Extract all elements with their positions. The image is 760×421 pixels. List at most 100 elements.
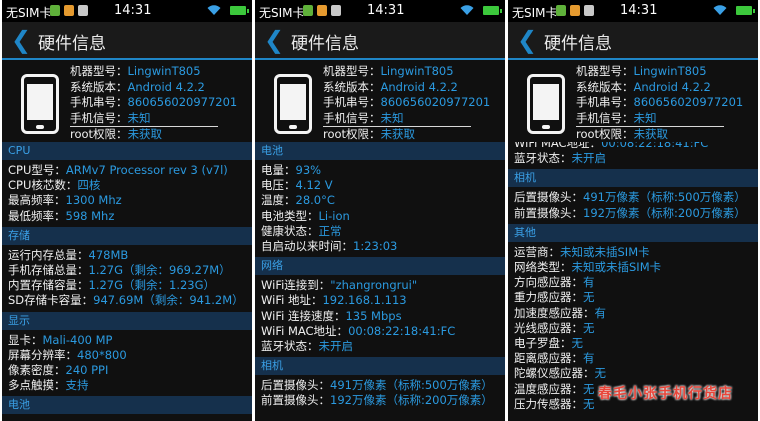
camera-front: 前置摄像头：192万像素（标称:200万像素） xyxy=(514,205,746,220)
clock: 14:31 xyxy=(114,3,152,18)
sensor-accelerometer: 加速度感应器：有 xyxy=(514,305,606,320)
page-title: 硬件信息 xyxy=(544,34,612,54)
info-root: root权限：未获取 xyxy=(323,127,416,142)
sensor-gravity: 重力感应器：无 xyxy=(514,290,595,305)
device-summary: 机器型号：LingwinT805 系统版本：Android 4.2.2 手机串号… xyxy=(2,60,252,142)
battery-level: 电量：93% xyxy=(261,163,322,177)
section-header-other: 其他 xyxy=(508,223,758,242)
info-serial: 手机串号：860656020977201 xyxy=(70,95,238,110)
section-header-camera: 相机 xyxy=(255,357,505,376)
notification-icon xyxy=(78,5,88,16)
title-bar: ❮ 硬件信息 xyxy=(255,22,505,60)
screen-1: 无SIM卡 14:31 ❮ 硬件信息 机器型号：LingwinT805 系统版本… xyxy=(2,0,252,421)
cpu-cores: CPU核芯数：四核 xyxy=(8,178,101,193)
notification-icon xyxy=(556,5,566,16)
network-speed: WiFi 连接速度：135 Mbps xyxy=(261,308,402,323)
network-bluetooth: 蓝牙状态：未开启 xyxy=(514,151,606,166)
cpu-min-freq: 最低频率：598 Mhz xyxy=(8,208,115,223)
carrier-label: 无SIM卡 xyxy=(6,6,52,20)
carrier-label: 无SIM卡 xyxy=(259,6,305,20)
sensor-orientation: 方向感应器：有 xyxy=(514,275,595,290)
display-resolution: 屏幕分辨率：480*800 xyxy=(8,347,127,362)
info-signal: 手机信号：未知 xyxy=(70,111,218,128)
section-header-camera: 相机 xyxy=(508,169,758,188)
details-list: 电池 电量：93% 电压：4.12 V 温度：28.0°C 电池类型：Li-io… xyxy=(255,142,505,412)
network-mac: WiFi MAC地址：00:08:22:18:41:FC xyxy=(261,323,456,338)
screen-3: 无SIM卡 14:31 ❮ 硬件信息 机器型号：LingwinT805 系统版本… xyxy=(508,0,758,421)
cpu-type: CPU型号：ARMv7 Processor rev 3 (v7l) xyxy=(8,163,228,177)
back-button[interactable]: ❮ xyxy=(517,26,537,54)
info-model: 机器型号：LingwinT805 xyxy=(323,64,454,78)
notification-icon xyxy=(50,5,60,16)
storage-internal: 内置存储容量：1.27G（剩余：1.23G） xyxy=(8,278,216,293)
screen-2: 无SIM卡 14:31 ❮ 硬件信息 机器型号：LingwinT805 系统版本… xyxy=(255,0,505,421)
notification-icon xyxy=(64,5,74,16)
info-os: 系统版本：Android 4.2.2 xyxy=(70,79,205,94)
section-header-battery: 电池 xyxy=(255,142,505,160)
shop-watermark: 春毛小张手机行货店 xyxy=(598,386,733,402)
info-serial: 手机串号：860656020977201 xyxy=(576,95,744,110)
display-ppi: 像素密度：240 PPI xyxy=(8,363,109,378)
sensor-compass: 电子罗盘：无 xyxy=(514,336,583,351)
section-header-battery: 电池 xyxy=(2,396,252,415)
status-bar: 无SIM卡 14:31 xyxy=(2,0,252,22)
phone-icon xyxy=(21,74,59,134)
status-bar: 无SIM卡 14:31 xyxy=(255,0,505,22)
device-summary: 机器型号：LingwinT805 系统版本：Android 4.2.2 手机串号… xyxy=(255,60,505,142)
notification-icon xyxy=(331,5,341,16)
battery-icon xyxy=(736,6,755,15)
notification-icon xyxy=(584,5,594,16)
battery-icon xyxy=(483,6,502,15)
info-root: root权限：未获取 xyxy=(576,127,669,142)
wifi-icon xyxy=(713,5,727,15)
storage-ram: 运行内存总量：478MB xyxy=(8,247,129,262)
back-button[interactable]: ❮ xyxy=(11,26,31,54)
storage-phone: 手机存储总量：1.27G（剩余：969.27M） xyxy=(8,263,231,278)
cpu-max-freq: 最高频率：1300 Mhz xyxy=(8,193,122,208)
sensor-gyroscope: 陀螺仪感应器：无 xyxy=(514,366,606,381)
battery-type: 电池类型：Li-ion xyxy=(261,208,350,223)
info-os: 系统版本：Android 4.2.2 xyxy=(576,79,711,94)
notification-icon xyxy=(317,5,327,16)
battery-temp: 温度：28.0°C xyxy=(261,193,335,208)
wifi-icon xyxy=(207,5,221,15)
phone-icon xyxy=(527,74,565,134)
info-root: root权限：未获取 xyxy=(70,127,163,142)
info-os: 系统版本：Android 4.2.2 xyxy=(323,79,458,94)
status-bar: 无SIM卡 14:31 xyxy=(508,0,758,22)
network-ip: WiFi 地址：192.168.1.113 xyxy=(261,293,407,308)
page-title: 硬件信息 xyxy=(291,34,359,54)
clock: 14:31 xyxy=(620,3,658,18)
sensor-proximity: 距离感应器：有 xyxy=(514,351,595,366)
back-button[interactable]: ❮ xyxy=(264,26,284,54)
wifi-icon xyxy=(460,5,474,15)
section-header-network: 网络 xyxy=(255,257,505,276)
camera-rear: 后置摄像头：491万像素（标称:500万像素） xyxy=(514,190,746,205)
network-wifi: WiFi连接到："zhangrongrui" xyxy=(261,278,418,293)
display-touch: 多点触摸：支持 xyxy=(8,378,89,393)
battery-voltage: 电压：4.12 V xyxy=(261,178,333,193)
info-signal: 手机信号：未知 xyxy=(323,111,471,128)
title-bar: ❮ 硬件信息 xyxy=(2,22,252,60)
camera-front: 前置摄像头：192万像素（标称:200万像素） xyxy=(261,393,493,408)
section-header-display: 显示 xyxy=(2,311,252,330)
details-list: WiFi MAC地址：00:08:22:18:41:FC 蓝牙状态：未开启 相机… xyxy=(508,142,758,421)
carrier-label: 无SIM卡 xyxy=(512,6,558,20)
network-mac: WiFi MAC地址：00:08:22:18:41:FC xyxy=(514,142,709,150)
info-model: 机器型号：LingwinT805 xyxy=(70,64,201,78)
sensor-light: 光线感应器：无 xyxy=(514,320,595,335)
clock: 14:31 xyxy=(367,3,405,18)
page-title: 硬件信息 xyxy=(38,34,106,54)
info-model: 机器型号：LingwinT805 xyxy=(576,64,707,78)
battery-icon xyxy=(230,6,249,15)
notification-icon xyxy=(303,5,313,16)
network-bluetooth: 蓝牙状态：未开启 xyxy=(261,339,353,354)
section-header-storage: 存储 xyxy=(2,226,252,245)
phone-icon xyxy=(274,74,312,134)
camera-rear: 后置摄像头：491万像素（标称:500万像素） xyxy=(261,378,493,393)
storage-sd: SD存储卡容量：947.69M（剩余：941.2M） xyxy=(8,293,244,308)
battery-uptime: 自启动以来时间：1:23:03 xyxy=(261,239,398,254)
notification-icon xyxy=(570,5,580,16)
title-bar: ❮ 硬件信息 xyxy=(508,22,758,60)
other-network-type: 网络类型：未知或未插SIM卡 xyxy=(514,260,662,275)
